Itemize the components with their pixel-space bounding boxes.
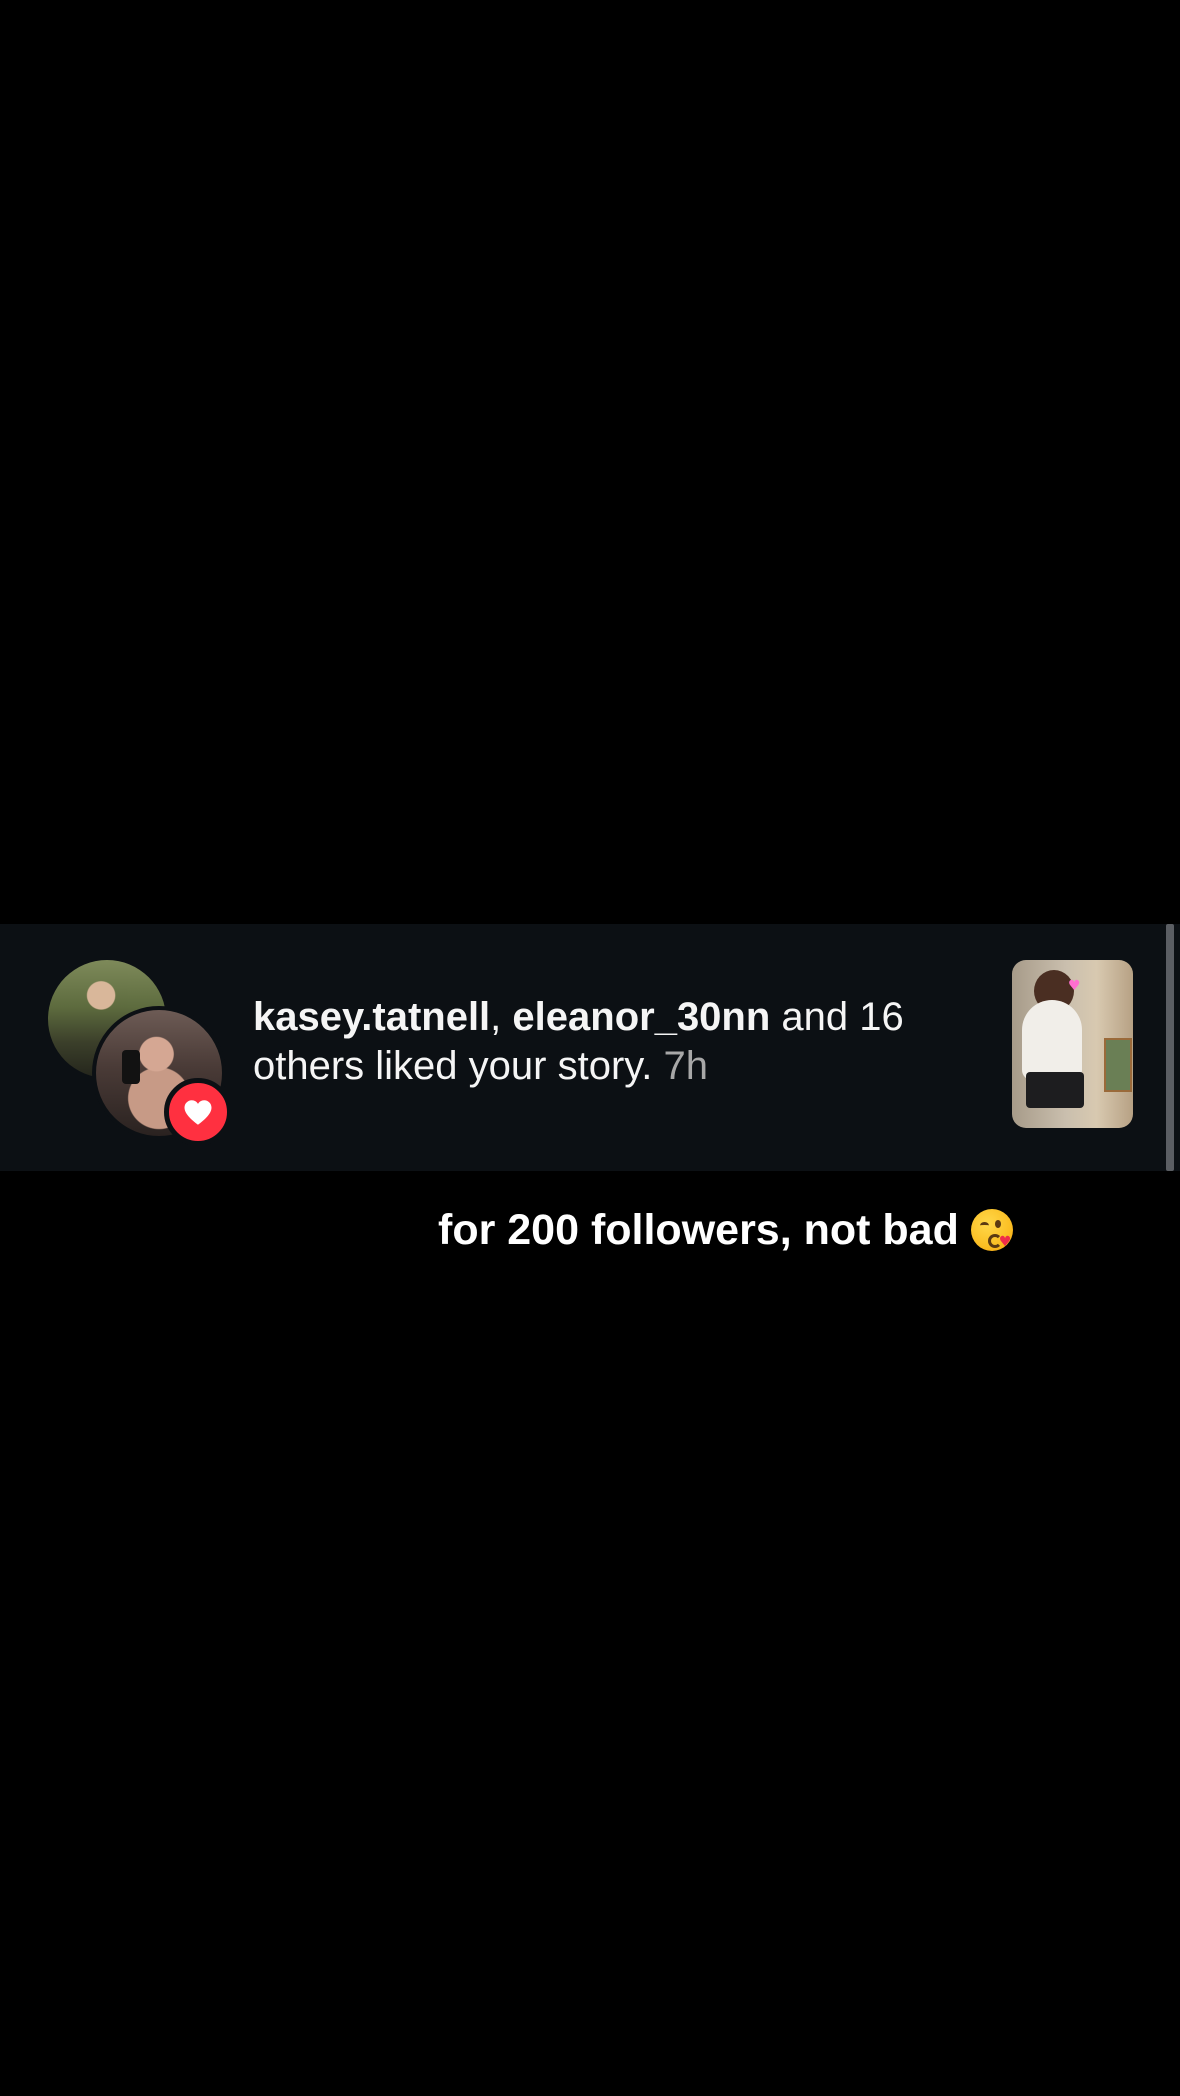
phone-in-photo xyxy=(122,1050,140,1084)
caption-text: for 200 followers, not bad ♥ xyxy=(438,1204,1013,1256)
username-link-2[interactable]: eleanor_30nn xyxy=(512,995,770,1039)
notification-text[interactable]: kasey.tatnell, eleanor_30nn and 16 other… xyxy=(253,993,983,1091)
username-link-1[interactable]: kasey.tatnell xyxy=(253,995,490,1039)
timestamp: 7h xyxy=(663,1044,709,1088)
heart-badge xyxy=(164,1078,232,1146)
scrollbar[interactable] xyxy=(1166,924,1174,1171)
heart-icon xyxy=(184,1099,212,1125)
caption-label: for 200 followers, not bad xyxy=(438,1206,959,1254)
sticker-heart-icon: ♥ xyxy=(1068,978,1081,994)
story-thumbnail[interactable]: ♥ xyxy=(1012,960,1133,1128)
separator-text: , xyxy=(490,995,513,1039)
kissing-face-emoji-icon: ♥ xyxy=(970,1209,1013,1251)
